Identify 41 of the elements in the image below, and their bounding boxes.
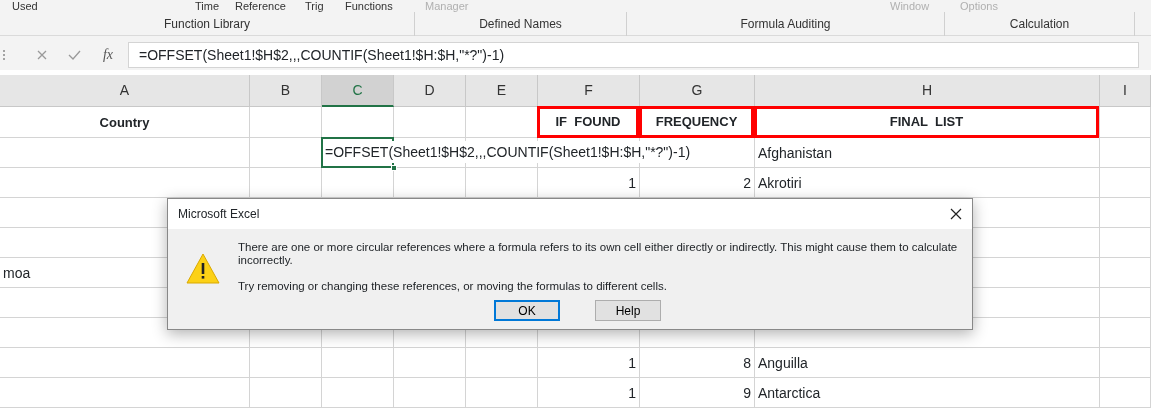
table-cell-text: 8 <box>742 353 752 373</box>
table-cell-text: Afghanistan <box>757 143 833 163</box>
ribbon-command[interactable]: Reference <box>235 0 286 12</box>
table-cell-text: Akrotiri <box>757 173 803 193</box>
column-header[interactable]: F <box>538 75 640 107</box>
column-header[interactable]: C <box>322 75 394 107</box>
ribbon-command[interactable]: Functions <box>345 0 393 12</box>
table-cell-text: Anguilla <box>757 353 809 373</box>
column-header[interactable]: H <box>755 75 1100 107</box>
table-cell-text: 9 <box>742 383 752 403</box>
column-heading: IF FOUND <box>537 106 639 138</box>
column-heading: FINAL LIST <box>754 106 1099 138</box>
column-heading: Country <box>98 113 151 132</box>
column-header[interactable]: B <box>250 75 322 107</box>
dialog-button[interactable]: Help <box>595 300 661 321</box>
column-header[interactable]: A <box>0 75 250 107</box>
column-heading: FREQUENCY <box>639 106 754 138</box>
table-cell-text: moa <box>2 263 32 283</box>
formula-input[interactable]: =OFFSET(Sheet1!$H$2,,,COUNTIF(Sheet1!$H:$H,"*?")-1) <box>128 41 1139 68</box>
fill-handle[interactable] <box>391 165 397 171</box>
table-cell-text: 1 <box>627 353 637 373</box>
ribbon-command[interactable]: Trig <box>305 0 324 12</box>
table-cell-text: 2 <box>742 173 752 193</box>
ribbon-command[interactable]: Time <box>195 0 220 12</box>
table-cell-text: 1 <box>627 173 637 193</box>
dialog-button[interactable]: OK <box>494 300 560 321</box>
table-cell-text: Antarctica <box>757 383 822 403</box>
ribbon-command[interactable]: Used <box>12 0 38 12</box>
table-cell: =OFFSET(Sheet1!$H$2,,,COUNTIF(Sheet1!$H:$H,"*?")-1) <box>323 141 693 163</box>
grip-icon <box>2 48 6 61</box>
column-header[interactable]: I <box>1100 75 1151 107</box>
table-cell-text: 1 <box>627 383 637 403</box>
column-header[interactable]: E <box>466 75 538 107</box>
dialog-message: There are one or more circular references where a formula refers to its own cell either directly or indirectly. This might cause them to calculate incorrectly. <box>238 241 959 267</box>
dialog-title: Microsoft Excel <box>178 206 260 223</box>
insert-function-button[interactable]: fx <box>90 44 126 65</box>
warning-icon <box>186 253 220 284</box>
dialog-message: Try removing or changing these references, or moving the formulas to different cells. <box>238 280 668 293</box>
column-header[interactable]: G <box>640 75 755 107</box>
close-icon[interactable] <box>950 208 962 220</box>
column-header[interactable]: D <box>394 75 466 107</box>
